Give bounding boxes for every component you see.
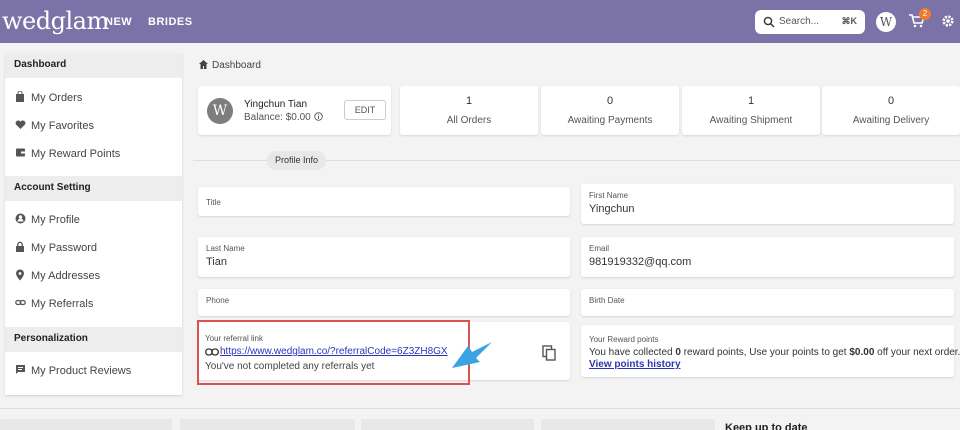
sidebar-section-personalization: Personalization [5,327,182,352]
stat-value: 0 [606,95,614,107]
person-icon [15,213,26,224]
stat-label: Awaiting Shipment [709,115,793,126]
stat-awaiting-shipment[interactable]: 1 Awaiting Shipment [682,86,820,135]
wallet-icon [16,148,25,157]
last-name-field[interactable]: Last Name Tian [198,237,570,277]
phone-field[interactable]: Phone [198,289,570,316]
search-icon [763,16,775,28]
profile-name: Yingchun Tian [244,99,308,110]
sidebar-item-label: My Profile [31,214,80,226]
field-label: First Name [589,191,629,200]
link-icon [15,299,26,306]
profile-info-tab[interactable]: Profile Info [267,151,326,170]
home-icon [199,60,208,69]
link-icon [205,348,219,356]
footer-select[interactable] [0,419,172,430]
profile-card: W Yingchun Tian Balance: $0.00 EDIT [198,86,391,135]
field-label: Title [206,198,221,207]
copy-icon[interactable] [542,345,556,361]
top-bar: wedglam NEW BRIDES Search... ⌘K W 2 [0,0,960,43]
profile-balance: Balance: $0.00 [244,112,323,123]
search-shortcut: ⌘K [841,16,858,26]
stat-all-orders[interactable]: 1 All Orders [400,86,538,135]
sidebar-item-my-orders[interactable]: My Orders [5,87,182,111]
sidebar-item-my-addresses[interactable]: My Addresses [5,265,182,289]
stat-value: 0 [887,95,895,107]
info-icon[interactable] [313,112,323,121]
review-icon [16,365,25,374]
logo[interactable]: wedglam [2,7,109,35]
referral-link[interactable]: https://www.wedglam.co/?referralCode=6Z3… [220,346,448,357]
footer-divider [0,408,960,409]
newsletter-heading: Keep up to date [725,422,808,430]
reward-label: Your Reward points [589,335,659,344]
sidebar-item-label: My Addresses [31,270,101,282]
search-placeholder: Search... [779,16,820,27]
field-label: Phone [206,296,230,305]
stat-label: Awaiting Payments [567,115,653,126]
field-value: Yingchun [589,203,635,215]
pin-icon [16,269,24,281]
stat-label: All Orders [446,115,492,126]
sidebar-section-dashboard: Dashboard [5,53,182,78]
cart-count-badge: 2 [919,8,931,20]
heart-icon [15,120,26,129]
field-value: Tian [206,256,227,268]
bag-icon [16,91,24,102]
sidebar-item-my-product-reviews[interactable]: My Product Reviews [5,360,182,384]
field-label: Email [589,244,610,253]
sidebar-item-my-password[interactable]: My Password [5,237,182,261]
sidebar-item-label: My Password [31,242,98,254]
sidebar-item-label: My Orders [31,92,83,104]
avatar: W [207,98,233,124]
sidebar-item-label: My Product Reviews [31,365,132,377]
footer-select[interactable] [180,419,355,430]
field-label: Birth Date [589,296,625,305]
footer-select[interactable] [361,419,534,430]
view-points-history-link[interactable]: View points history [589,359,681,370]
sidebar-item-my-favorites[interactable]: My Favorites [5,115,182,139]
sidebar-item-my-referrals[interactable]: My Referrals [5,293,182,317]
field-label: Last Name [206,244,245,253]
sidebar-item-label: My Reward Points [31,148,121,160]
nav-brides[interactable]: BRIDES [148,16,193,28]
title-field[interactable]: Title [198,187,570,216]
lock-icon [16,241,24,252]
referral-note: You've not completed any referrals yet [205,361,375,372]
footer-select[interactable] [541,419,715,430]
referral-label: Your referral link [205,334,263,343]
email-field[interactable]: Email 981919332@qq.com [581,237,954,277]
first-name-field[interactable]: First Name Yingchun [581,184,954,224]
search-input[interactable]: Search... ⌘K [755,10,865,34]
stat-value: 1 [465,95,473,107]
nav-new[interactable]: NEW [105,16,132,28]
stat-awaiting-delivery[interactable]: 0 Awaiting Delivery [822,86,960,135]
sidebar-item-my-reward-points[interactable]: My Reward Points [5,143,182,167]
sidebar-item-my-profile[interactable]: My Profile [5,209,182,233]
stat-value: 1 [747,95,755,107]
sidebar: Dashboard My Orders My Favorites My Rewa… [5,53,182,395]
user-avatar[interactable]: W [876,12,896,32]
field-value: 981919332@qq.com [589,256,692,268]
edit-button[interactable]: EDIT [344,100,386,120]
sidebar-section-account-setting: Account Setting [5,176,182,201]
birth-date-field[interactable]: Birth Date [581,289,954,316]
gear-icon[interactable] [941,14,955,28]
stat-awaiting-payments[interactable]: 0 Awaiting Payments [541,86,679,135]
sidebar-item-label: My Referrals [31,298,94,310]
balance-text: Balance: $0.00 [244,112,311,123]
reward-summary: You have collected 0 reward points, Use … [589,347,960,358]
sidebar-item-label: My Favorites [31,120,94,132]
pointer-arrow-icon [452,342,492,368]
stat-label: Awaiting Delivery [852,115,930,126]
breadcrumb-label: Dashboard [212,60,261,71]
